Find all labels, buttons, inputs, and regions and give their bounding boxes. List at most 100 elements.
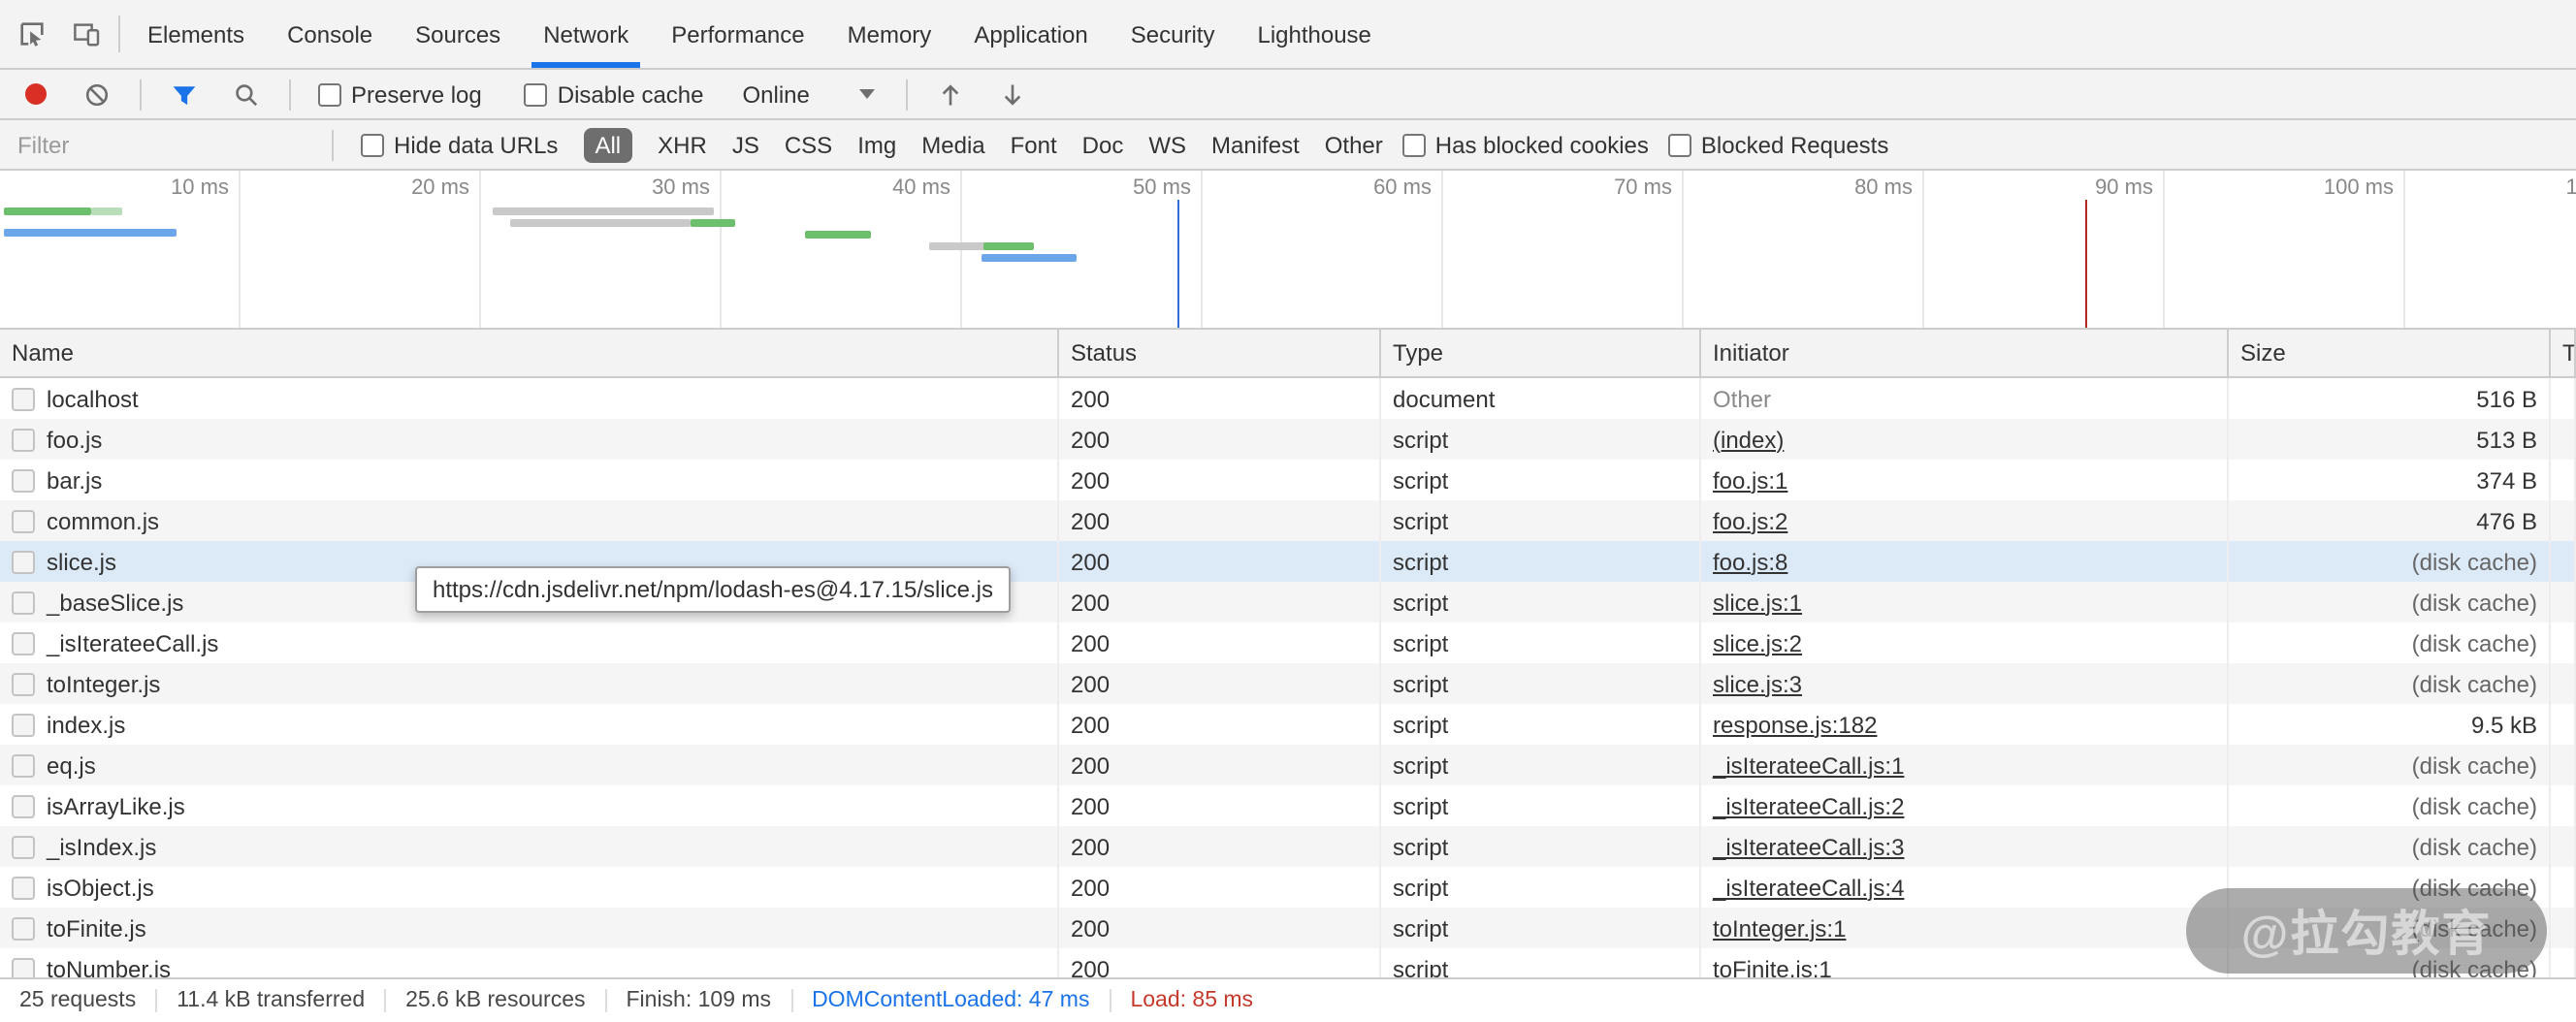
request-row[interactable]: localhost 200 document Other 516 B (0, 378, 2576, 419)
requests-table: Name Status Type Initiator Size (0, 330, 2576, 977)
request-row[interactable]: _isIndex.js 200 script _isIterateeCall.j… (0, 826, 2576, 867)
column-header-label: Size (2240, 339, 2286, 367)
request-name: foo.js (47, 426, 102, 453)
import-har-button[interactable] (924, 80, 979, 108)
time-cell (2551, 867, 2576, 908)
status-cell: 200 (1059, 541, 1381, 582)
devtools-tab[interactable]: Lighthouse (1236, 0, 1392, 68)
devtools-tab[interactable]: Performance (650, 0, 825, 68)
initiator-link[interactable]: slice.js:3 (1713, 670, 1802, 697)
initiator-link[interactable]: foo.js:8 (1713, 548, 1787, 575)
column-header[interactable]: Type (1381, 330, 1701, 376)
disable-cache-checkbox[interactable]: Disable cache (525, 80, 704, 108)
devtools-tab[interactable]: Security (1110, 0, 1237, 68)
request-row[interactable]: isArrayLike.js 200 script _isIterateeCal… (0, 785, 2576, 826)
resource-type-filter[interactable]: JS (732, 127, 759, 162)
initiator-link[interactable]: toFinite.js:1 (1713, 955, 1832, 977)
request-row[interactable]: slice.js 200 script foo.js:8 (disk cache… (0, 541, 2576, 582)
resource-icon (12, 387, 35, 410)
clear-button[interactable] (70, 80, 124, 108)
request-row[interactable]: index.js 200 script response.js:182 9.5 … (0, 704, 2576, 745)
request-size: (disk cache) (2412, 589, 2537, 616)
resource-type-filter[interactable]: Other (1325, 127, 1383, 162)
initiator-link[interactable]: _isIterateeCall.js:4 (1713, 874, 1904, 901)
device-toolbar-icon[interactable] (58, 0, 113, 68)
request-row[interactable]: eq.js 200 script _isIterateeCall.js:1 (d… (0, 745, 2576, 785)
preserve-log-checkbox[interactable]: Preserve log (318, 80, 482, 108)
request-row[interactable]: _baseSlice.js 200 script slice.js:1 (dis… (0, 582, 2576, 623)
devtools-tab[interactable]: Memory (826, 0, 953, 68)
initiator-link[interactable]: _isIterateeCall.js:1 (1713, 751, 1904, 779)
initiator-link[interactable]: _isIterateeCall.js:2 (1713, 792, 1904, 819)
hide-data-urls-label: Hide data URLs (394, 131, 558, 158)
name-cell: _isIndex.js (0, 826, 1059, 867)
initiator-link[interactable]: response.js:182 (1713, 711, 1877, 738)
type-cell: script (1381, 745, 1701, 785)
request-row[interactable]: foo.js 200 script (index) 513 B (0, 419, 2576, 460)
request-row[interactable]: toInteger.js 200 script slice.js:3 (disk… (0, 663, 2576, 704)
column-header[interactable]: Size (2229, 330, 2551, 376)
filter-input[interactable] (14, 129, 324, 160)
type-cell: script (1381, 419, 1701, 460)
request-row[interactable]: bar.js 200 script foo.js:1 374 B (0, 460, 2576, 500)
request-row[interactable]: toNumber.js 200 script toFinite.js:1 (di… (0, 948, 2576, 977)
filter-toggle-button[interactable] (157, 80, 211, 108)
initiator-link[interactable]: slice.js:2 (1713, 629, 1802, 656)
initiator-cell: foo.js:1 (1701, 460, 2229, 500)
request-name: isObject.js (47, 874, 154, 901)
name-cell: index.js (0, 704, 1059, 745)
type-cell: script (1381, 460, 1701, 500)
type-cell: script (1381, 867, 1701, 908)
devtools-tab[interactable]: Sources (394, 0, 522, 68)
type-cell: script (1381, 826, 1701, 867)
column-header[interactable]: Status (1059, 330, 1381, 376)
resource-type-filter[interactable]: Doc (1082, 127, 1124, 162)
request-row[interactable]: common.js 200 script foo.js:2 476 B (0, 500, 2576, 541)
resource-type-filter[interactable]: Img (857, 127, 896, 162)
resource-type-filter[interactable]: All (583, 127, 632, 162)
resource-icon (12, 794, 35, 817)
initiator-link[interactable]: _isIterateeCall.js:3 (1713, 833, 1904, 860)
record-button[interactable] (8, 83, 62, 105)
initiator-link[interactable]: Other (1713, 385, 1771, 412)
resource-type-filter[interactable]: CSS (785, 127, 832, 162)
resource-type-filter[interactable]: Media (921, 127, 984, 162)
blocked-requests-checkbox[interactable]: Blocked Requests (1668, 131, 1888, 158)
request-row[interactable]: isObject.js 200 script _isIterateeCall.j… (0, 867, 2576, 908)
hide-data-urls-checkbox[interactable]: Hide data URLs (361, 131, 558, 158)
size-cell: 513 B (2229, 419, 2551, 460)
initiator-link[interactable]: slice.js:1 (1713, 589, 1802, 616)
inspect-element-icon[interactable] (4, 0, 58, 68)
time-cell (2551, 623, 2576, 663)
tab-label: Security (1131, 20, 1215, 48)
resource-type-filter[interactable]: Manifest (1211, 127, 1300, 162)
tab-label: Application (974, 20, 1087, 48)
blocked-requests-label: Blocked Requests (1701, 131, 1888, 158)
initiator-link[interactable]: foo.js:1 (1713, 466, 1787, 494)
column-header[interactable]: Time (2551, 330, 2576, 376)
status-item: Finish: 109 ms (607, 989, 793, 1012)
size-cell: (disk cache) (2229, 826, 2551, 867)
checkbox-box (1668, 133, 1691, 156)
column-header-label: Time (2562, 339, 2576, 367)
column-header[interactable]: Initiator (1701, 330, 2229, 376)
initiator-link[interactable]: toInteger.js:1 (1713, 914, 1846, 942)
export-har-button[interactable] (986, 80, 1041, 108)
search-button[interactable] (219, 80, 274, 108)
resource-type-filter[interactable]: XHR (658, 127, 707, 162)
request-name: index.js (47, 711, 125, 738)
initiator-link[interactable]: (index) (1713, 426, 1784, 453)
devtools-tab[interactable]: Elements (126, 0, 266, 68)
devtools-tab[interactable]: Application (952, 0, 1109, 68)
has-blocked-cookies-checkbox[interactable]: Has blocked cookies (1402, 131, 1649, 158)
resource-type-filter[interactable]: WS (1148, 127, 1186, 162)
column-header[interactable]: Name (0, 330, 1059, 376)
throttling-select[interactable]: Online (727, 80, 891, 108)
resource-type-filter[interactable]: Font (1011, 127, 1057, 162)
devtools-tab[interactable]: Network (522, 0, 650, 68)
request-row[interactable]: _isIterateeCall.js 200 script slice.js:2… (0, 623, 2576, 663)
network-overview[interactable]: 10 ms 20 ms 30 ms 40 ms 50 ms (0, 171, 2576, 330)
status-cell: 200 (1059, 948, 1381, 977)
initiator-link[interactable]: foo.js:2 (1713, 507, 1787, 534)
devtools-tab[interactable]: Console (266, 0, 394, 68)
